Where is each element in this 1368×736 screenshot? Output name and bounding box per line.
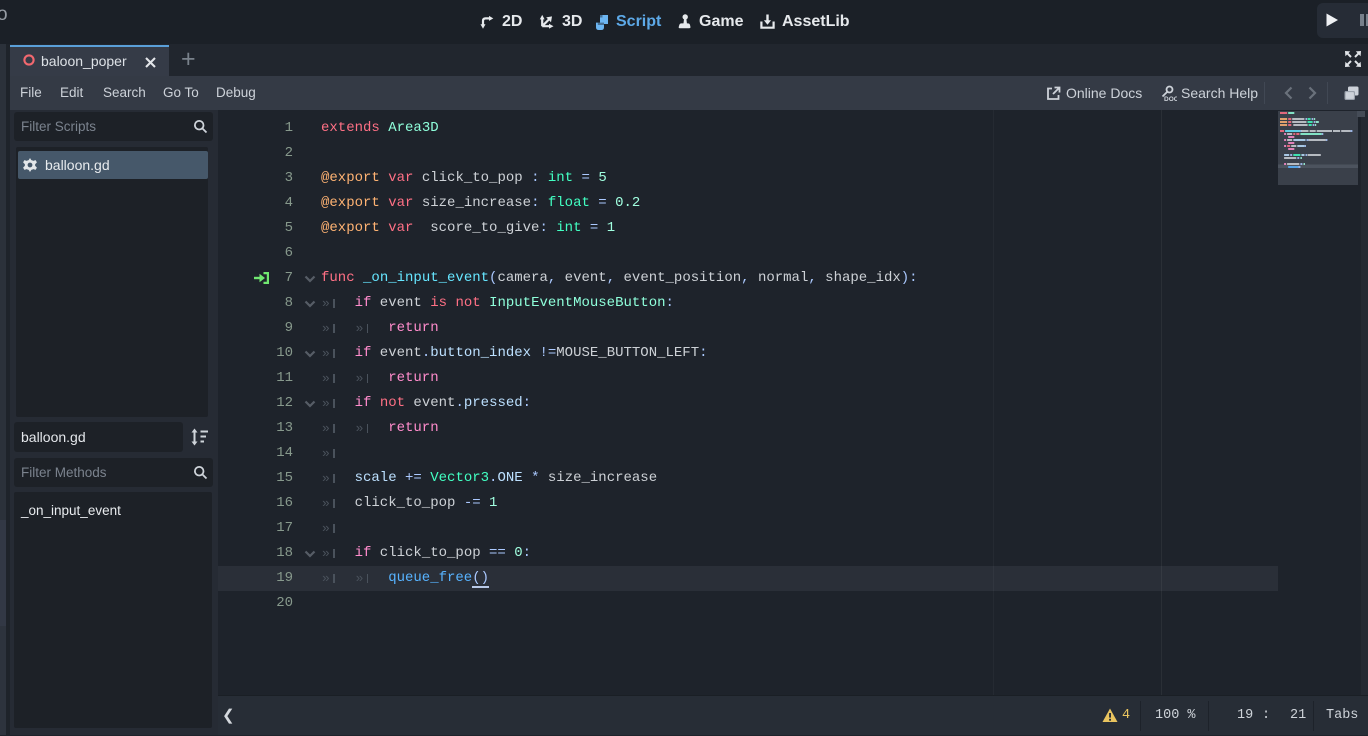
svg-text:DOC: DOC [1164,96,1177,102]
